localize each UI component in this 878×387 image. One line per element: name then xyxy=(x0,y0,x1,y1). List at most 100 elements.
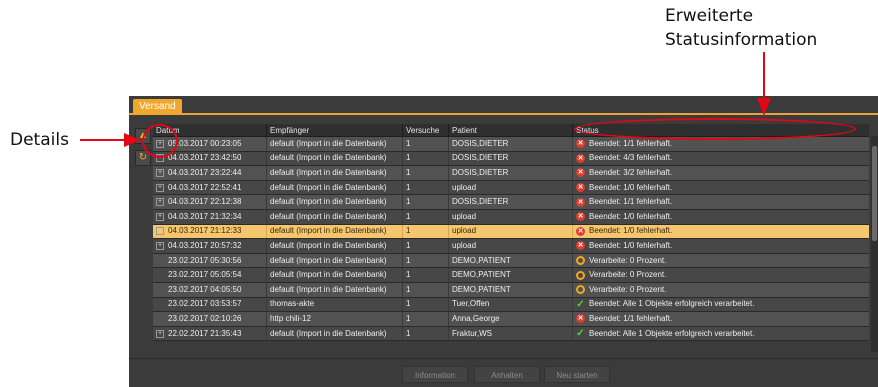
table-row[interactable]: +04.03.2017 22:12:38 default (Import in d… xyxy=(153,195,869,210)
tab-versand[interactable]: Versand xyxy=(133,99,182,115)
expand-details-icon[interactable]: + xyxy=(156,168,164,177)
datum-text: 04.03.2017 21:12:33 xyxy=(168,226,242,236)
cell-patient: Tuer,Offen xyxy=(449,297,573,312)
column-header-versuche[interactable]: Versuche xyxy=(403,124,449,136)
anhalten-button[interactable]: Anhalten xyxy=(474,366,540,383)
transfer-table: Datum Empfänger Versuche Patient Status … xyxy=(153,124,869,354)
cell-patient: DEMO,PATIENT xyxy=(449,268,573,282)
table-row[interactable]: +22.02.2017 21:35:43 default (Import in d… xyxy=(153,326,869,342)
cell-empfaenger: default (Import in die Datenbank) xyxy=(267,166,403,180)
status-text: Beendet: 4/3 fehlerhaft. xyxy=(589,153,673,163)
expand-details-icon[interactable]: + xyxy=(156,227,164,236)
expand-details-icon[interactable]: + xyxy=(156,212,164,221)
table-row[interactable]: +04.03.2017 23:42:50 default (Import in d… xyxy=(153,151,869,167)
expand-details-icon[interactable]: + xyxy=(156,329,164,338)
cell-empfaenger: default (Import in die Datenbank) xyxy=(267,268,403,282)
status-text: Beendet: 3/2 fehlerhaft. xyxy=(589,167,673,177)
cell-status: ✕ Beendet: 4/3 fehlerhaft. xyxy=(573,152,869,166)
datum-text: 23.02.2017 02:10:26 xyxy=(168,313,242,323)
cell-status: ✓ Beendet: Alle 1 Objekte erfolgreich ver… xyxy=(573,298,869,312)
datum-text: 05.03.2017 00:23:05 xyxy=(168,138,242,148)
cell-versuche: 1 xyxy=(403,166,449,180)
expand-placeholder xyxy=(156,315,164,323)
error-icon: ✕ xyxy=(576,226,585,236)
cell-versuche: 1 xyxy=(403,195,449,209)
expand-details-icon[interactable]: + xyxy=(156,183,164,192)
cell-status: ✕ Beendet: 3/2 fehlerhaft. xyxy=(573,166,869,180)
table-row[interactable]: +04.03.2017 20:57:32 default (Import in d… xyxy=(153,239,869,254)
status-text: Beendet: Alle 1 Objekte erfolgreich vera… xyxy=(589,299,755,309)
cell-status: ✕ Beendet: 1/0 fehlerhaft. xyxy=(573,210,869,224)
checkmark-icon: ✓ xyxy=(576,298,585,310)
cell-status: ✕ Beendet: 1/0 fehlerhaft. xyxy=(573,239,869,253)
cell-versuche: 1 xyxy=(403,209,449,224)
table-row[interactable]: 23.02.2017 03:53:57 thomas-akte 1 Tuer,Offe… xyxy=(153,297,869,313)
cell-status: ✕ Beendet: 1/1 fehlerhaft. xyxy=(573,195,869,209)
datum-text: 23.02.2017 05:05:54 xyxy=(168,270,242,280)
table-row[interactable]: 23.02.2017 04:05:50 default (Import in di… xyxy=(153,282,869,298)
expand-details-icon[interactable]: + xyxy=(156,198,164,207)
cell-versuche: 1 xyxy=(403,137,449,151)
table-row[interactable]: 23.02.2017 05:30:56 default (Import in di… xyxy=(153,253,869,269)
error-icon: ✕ xyxy=(576,212,585,222)
cell-datum: +22.02.2017 21:35:43 xyxy=(153,326,267,341)
table-row[interactable]: +04.03.2017 22:52:41 default (Import in d… xyxy=(153,180,869,196)
table-body: +05.03.2017 00:23:05 default (Import in d… xyxy=(153,137,869,342)
column-header-patient[interactable]: Patient xyxy=(449,124,573,136)
cell-empfaenger: default (Import in die Datenbank) xyxy=(267,253,403,268)
information-button[interactable]: Information xyxy=(402,366,468,383)
status-text: Beendet: 1/1 fehlerhaft. xyxy=(589,197,673,207)
cell-versuche: 1 xyxy=(403,326,449,341)
cell-empfaenger: default (Import in die Datenbank) xyxy=(267,239,403,253)
error-icon: ✕ xyxy=(576,183,585,193)
error-icon: ✕ xyxy=(576,197,585,207)
neu-starten-button[interactable]: Neu starten xyxy=(544,366,610,383)
cell-versuche: 1 xyxy=(403,239,449,253)
status-text: Beendet: 1/0 fehlerhaft. xyxy=(589,226,673,236)
datum-text: 04.03.2017 20:57:32 xyxy=(168,240,242,250)
status-text: Beendet: Alle 1 Objekte erfolgreich vera… xyxy=(589,328,755,338)
cell-status: ✕ Beendet: 1/0 fehlerhaft. xyxy=(573,225,869,239)
cell-patient: DEMO,PATIENT xyxy=(449,253,573,268)
vertical-scrollbar[interactable] xyxy=(871,136,878,352)
table-row[interactable]: 23.02.2017 05:05:54 default (Import in di… xyxy=(153,268,869,283)
error-icon: ✕ xyxy=(576,241,585,251)
expand-placeholder xyxy=(156,300,164,308)
expand-placeholder xyxy=(156,257,164,265)
error-icon: ✕ xyxy=(576,168,585,178)
cell-patient: DOSIS,DIETER xyxy=(449,151,573,166)
progress-icon xyxy=(576,285,585,295)
table-row[interactable]: 23.02.2017 02:10:26 http chili-12 1 Anna,Ge… xyxy=(153,312,869,327)
status-arrow-line xyxy=(763,52,765,100)
table-row[interactable]: +04.03.2017 21:32:34 default (Import in d… xyxy=(153,209,869,225)
cell-empfaenger: default (Import in die Datenbank) xyxy=(267,326,403,341)
expand-details-icon[interactable]: + xyxy=(156,241,164,250)
cell-empfaenger: thomas-akte xyxy=(267,297,403,312)
status-text: Verarbeite: 0 Prozent. xyxy=(589,270,667,280)
cell-versuche: 1 xyxy=(403,282,449,297)
cell-empfaenger: default (Import in die Datenbank) xyxy=(267,209,403,224)
cell-patient: Anna,George xyxy=(449,312,573,326)
cell-versuche: 1 xyxy=(403,180,449,195)
expand-placeholder xyxy=(156,286,164,294)
cell-datum: +04.03.2017 20:57:32 xyxy=(153,239,267,253)
cell-versuche: 1 xyxy=(403,312,449,326)
progress-icon xyxy=(576,270,585,280)
table-row[interactable]: +04.03.2017 21:12:33 default (Import in d… xyxy=(153,224,869,240)
error-icon: ✕ xyxy=(576,139,585,149)
progress-icon xyxy=(576,256,585,266)
datum-text: 23.02.2017 03:53:57 xyxy=(168,299,242,309)
cell-datum: +04.03.2017 23:22:44 xyxy=(153,166,267,180)
column-header-empfaenger[interactable]: Empfänger xyxy=(267,124,403,136)
cell-status: Verarbeite: 0 Prozent. xyxy=(573,283,869,297)
status-text: Beendet: 1/0 fehlerhaft. xyxy=(589,182,673,192)
action-footer: Information Anhalten Neu starten xyxy=(129,358,878,387)
cell-empfaenger: default (Import in die Datenbank) xyxy=(267,180,403,195)
error-icon: ✕ xyxy=(576,314,585,324)
status-highlight-ellipse xyxy=(574,118,856,140)
datum-text: 23.02.2017 05:30:56 xyxy=(168,255,242,265)
datum-text: 04.03.2017 23:42:50 xyxy=(168,153,242,163)
scrollbar-thumb[interactable] xyxy=(872,146,877,241)
details-arrow-line xyxy=(80,139,126,141)
table-row[interactable]: +04.03.2017 23:22:44 default (Import in d… xyxy=(153,166,869,181)
